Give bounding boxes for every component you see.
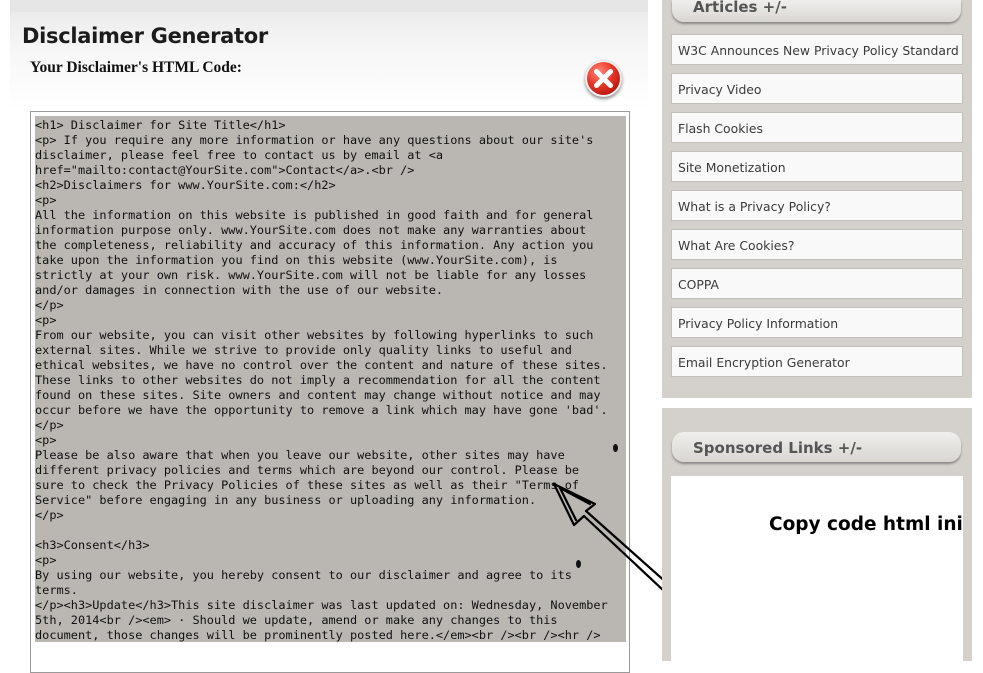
page-title: Disclaimer Generator xyxy=(22,24,268,48)
code-heading: Your Disclaimer's HTML Code: xyxy=(30,59,242,76)
articles-list: W3C Announces New Privacy Policy Standar… xyxy=(671,34,963,385)
disclaimer-html-code: <h1> Disclaimer for Site Title</h1> <p> … xyxy=(35,118,608,642)
marker-dot xyxy=(613,444,618,452)
sponsored-content-area xyxy=(671,476,963,661)
article-link[interactable]: Email Encryption Generator xyxy=(671,346,963,377)
close-button[interactable] xyxy=(585,60,622,97)
article-link[interactable]: What is a Privacy Policy? xyxy=(671,190,963,221)
articles-widget: Articles +/- W3C Announces New Privacy P… xyxy=(662,0,972,398)
article-link[interactable]: Privacy Policy Information xyxy=(671,307,963,338)
annotation-text: Copy code html ini xyxy=(769,514,963,535)
article-link[interactable]: Site Monetization xyxy=(671,151,963,182)
article-link[interactable]: COPPA xyxy=(671,268,963,299)
article-link[interactable]: Flash Cookies xyxy=(671,112,963,143)
article-link[interactable]: Privacy Video xyxy=(671,73,963,104)
articles-title[interactable]: Articles +/- xyxy=(693,0,787,16)
article-link[interactable]: What Are Cookies? xyxy=(671,229,963,260)
article-link[interactable]: W3C Announces New Privacy Policy Standar… xyxy=(671,34,963,65)
close-x-icon xyxy=(594,69,613,88)
sponsored-title[interactable]: Sponsored Links +/- xyxy=(693,439,862,457)
